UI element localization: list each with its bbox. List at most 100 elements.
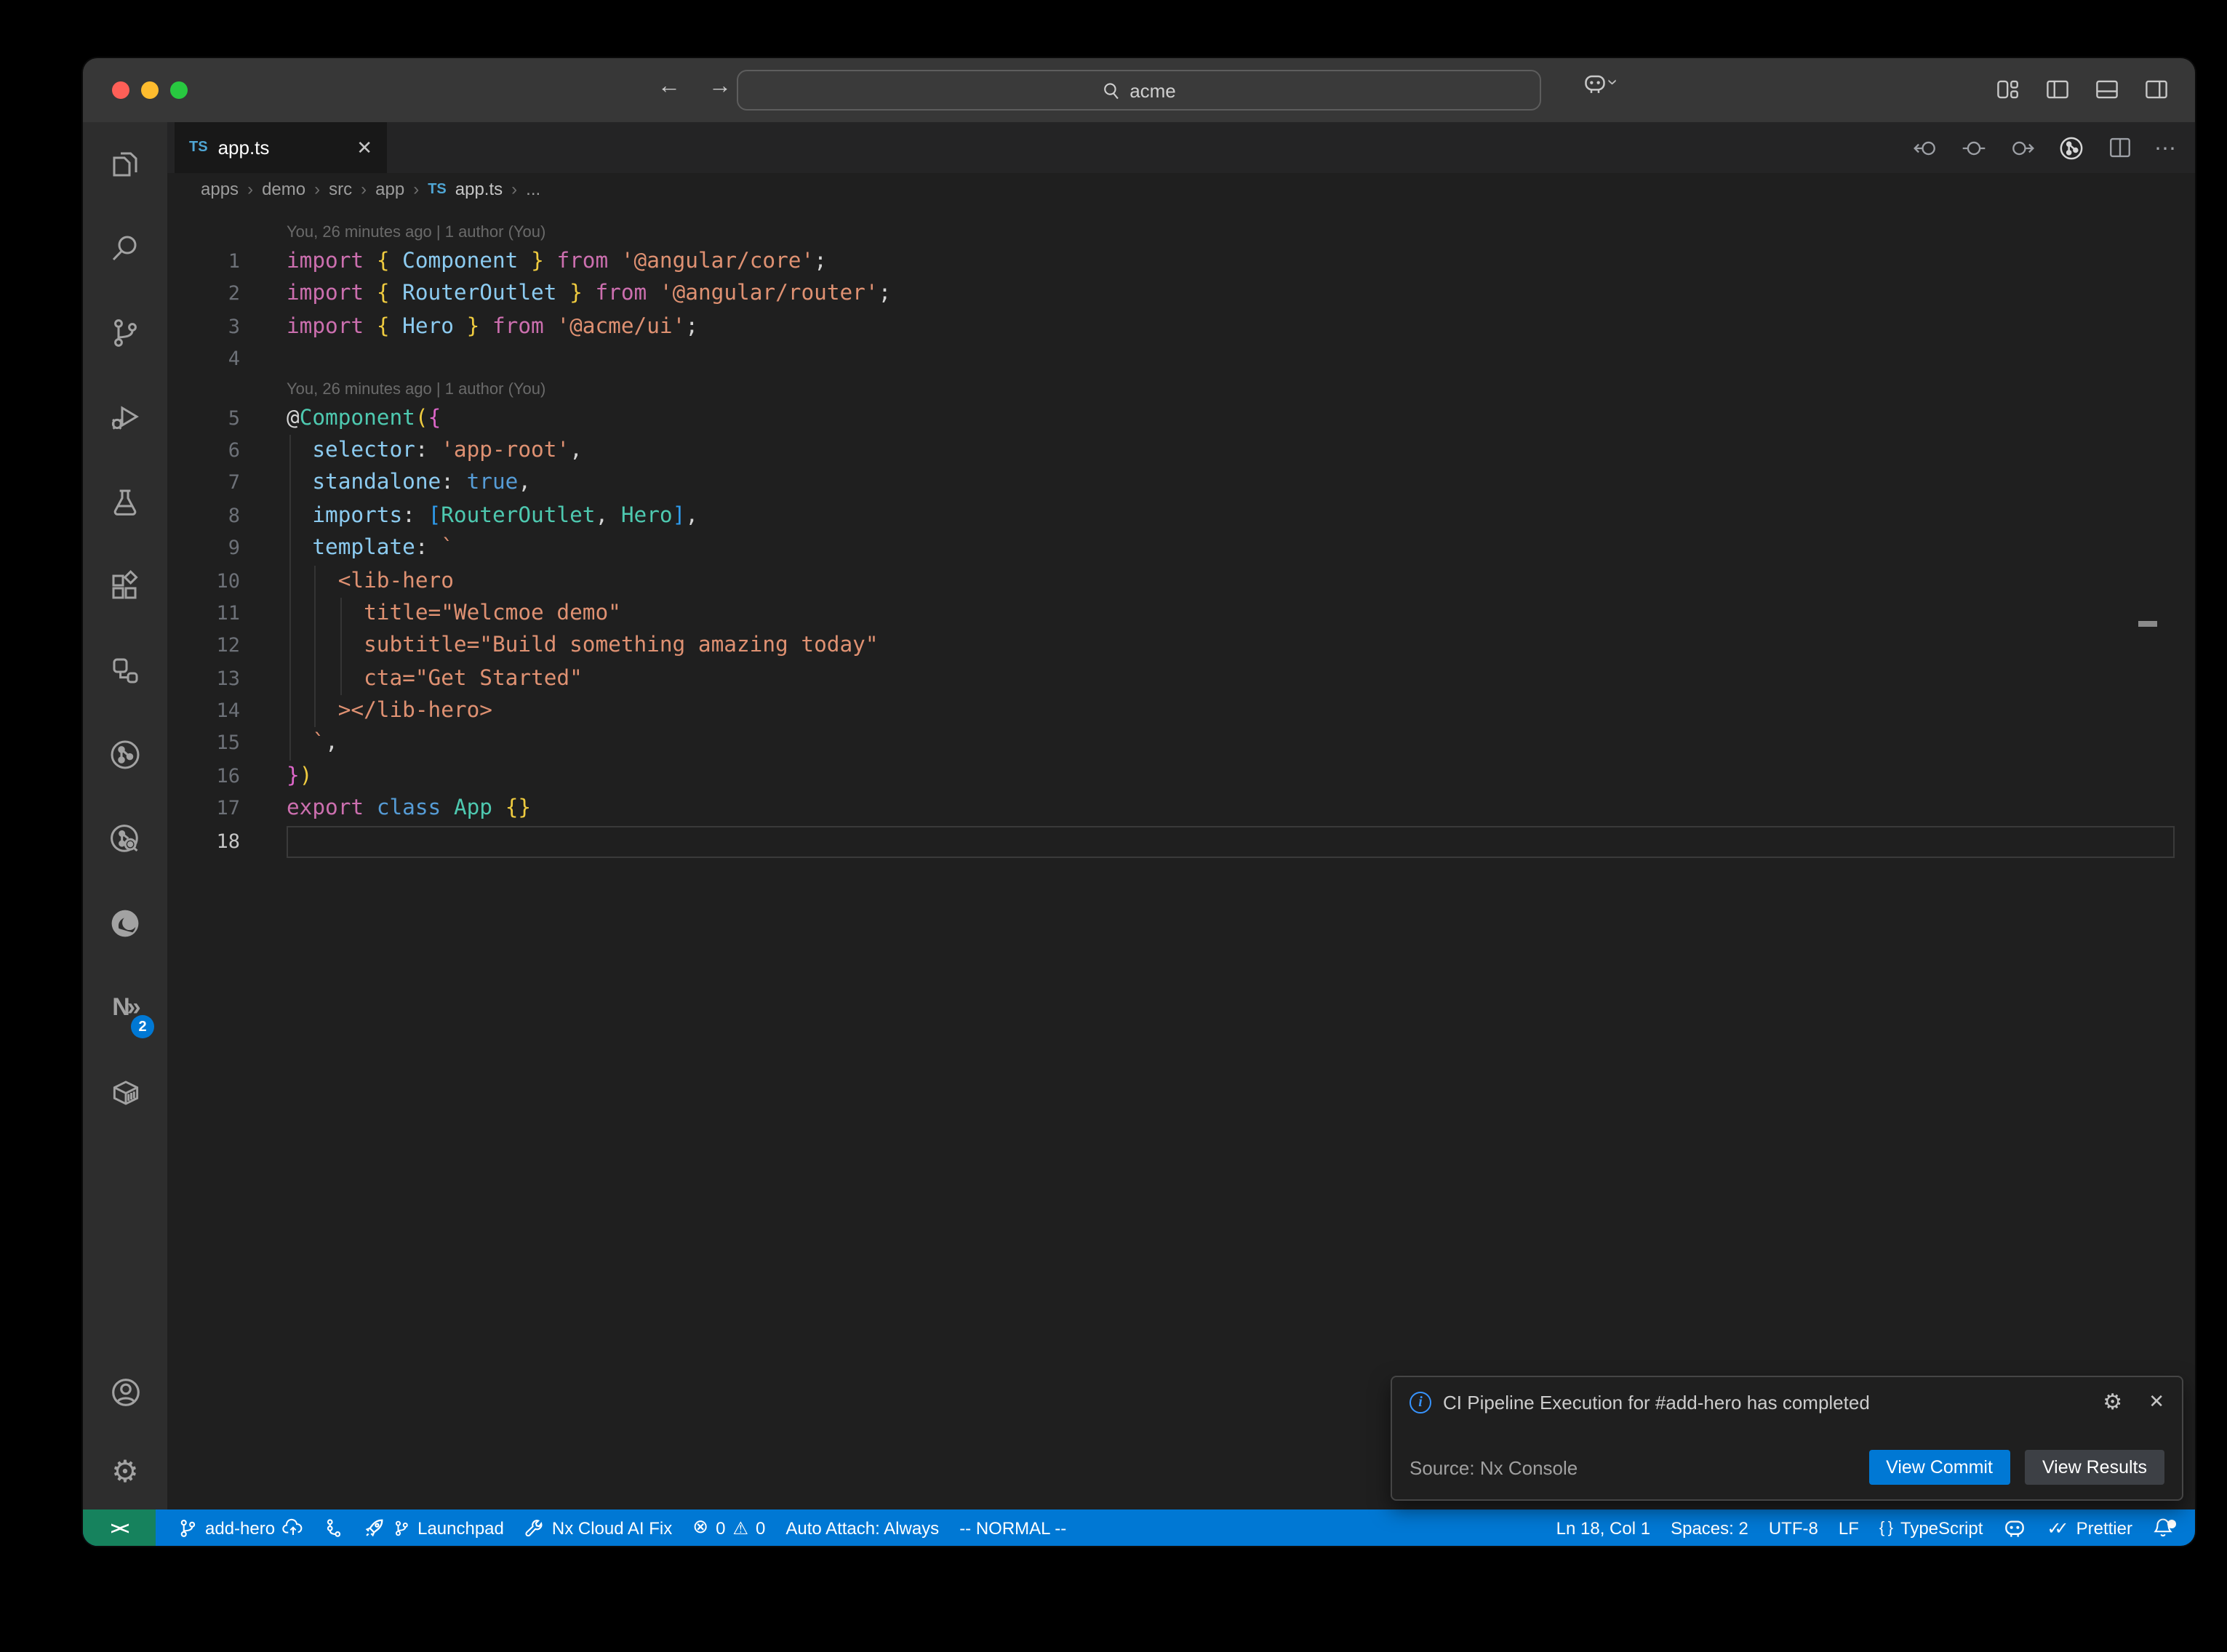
next-change-icon[interactable] [2009,135,2035,161]
view-commit-button[interactable]: View Commit [1868,1450,2010,1485]
indent-guide [289,565,290,598]
indent-guide [289,598,290,630]
containers-icon[interactable] [83,1050,167,1134]
editor-actions: ⋯ [1913,122,2178,173]
code-line-8[interactable]: 8 imports: [RouterOutlet, Hero], [167,500,2195,532]
prev-change-icon[interactable] [1913,135,1939,161]
extensions-icon[interactable] [83,544,167,628]
command-center-search[interactable]: acme [737,70,1541,111]
publish-cloud-icon [282,1518,304,1537]
history-back-icon[interactable]: ← [657,74,681,100]
commit-graph-small-icon [324,1517,343,1538]
line-number: 1 [167,246,240,278]
close-tab-icon[interactable]: ✕ [356,136,372,159]
code-line-7[interactable]: 7 standalone: true, [167,468,2195,500]
indent-guide [289,468,290,500]
toggle-secondary-sidebar-icon[interactable] [2144,77,2169,102]
related-views-icon[interactable] [83,628,167,713]
gitlens-inspect-icon[interactable] [83,797,167,881]
source-control-icon[interactable] [83,291,167,375]
warning-count: 0 [756,1517,765,1538]
tab-app-ts[interactable]: TS app.ts ✕ [175,122,387,173]
code-line-4[interactable]: 4 [167,343,2195,376]
code-line-13[interactable]: 13 cta="Get Started" [167,662,2195,695]
eol-item[interactable]: LF [1828,1509,1869,1546]
history-forward-icon[interactable]: → [708,74,732,100]
code-line-1[interactable]: 1import { Component } from '@angular/cor… [167,246,2195,278]
indent-guide [289,695,290,728]
view-results-button[interactable]: View Results [2025,1450,2164,1485]
encoding-item[interactable]: UTF-8 [1759,1509,1828,1546]
code-line-17[interactable]: 17export class App {} [167,793,2195,826]
more-actions-icon[interactable]: ⋯ [2154,135,2178,161]
code-line-14[interactable]: 14 ></lib-hero> [167,695,2195,728]
code-line-9[interactable]: 9 template: ` [167,532,2195,565]
breadcrumb-item[interactable]: app.ts [455,179,503,199]
code-line-5[interactable]: 5@Component({ [167,402,2195,435]
tab-bar: TS app.ts ✕ [167,122,2195,173]
line-number: 6 [167,435,240,468]
indent-guide [314,565,316,598]
code-line-15[interactable]: 15 `, [167,728,2195,761]
indent-guide [289,435,290,468]
code-line-18[interactable]: 18 [167,825,2195,858]
notification-close-icon[interactable]: ✕ [2148,1390,2164,1414]
code-line-12[interactable]: 12 subtitle="Build something amazing tod… [167,630,2195,663]
indentation-item[interactable]: Spaces: 2 [1660,1509,1759,1546]
commit-graph-icon[interactable] [2057,133,2086,162]
code-editor[interactable]: You, 26 minutes ago | 1 author (You)1imp… [167,205,2195,1509]
code-line-3[interactable]: 3import { Hero } from '@acme/ui'; [167,311,2195,344]
line-number: 17 [167,793,240,826]
copilot-menu[interactable]: › [1583,73,1617,95]
copilot-status-item[interactable] [1993,1509,2036,1546]
breadcrumb-item[interactable]: src [329,179,352,199]
launchpad-item[interactable]: Launchpad [353,1509,514,1546]
line-number: 14 [167,695,240,728]
line-number: 3 [167,311,240,344]
toggle-primary-sidebar-icon[interactable] [2045,77,2070,102]
notifications-bell-item[interactable] [2143,1509,2183,1546]
vim-mode-item[interactable]: -- NORMAL -- [949,1509,1076,1546]
problems-item[interactable]: ⊗ 0 ⚠ 0 [682,1509,775,1546]
breadcrumb-item[interactable]: apps [201,179,239,199]
code-line-11[interactable]: 11 title="Welcmoe demo" [167,598,2195,630]
testing-icon[interactable] [83,460,167,544]
breadcrumb-item[interactable]: ... [526,179,540,199]
nx-console-icon[interactable]: N» 2 [83,966,167,1050]
code-line-10[interactable]: 10 <lib-hero [167,565,2195,598]
toggle-panel-icon[interactable] [2095,77,2119,102]
git-branch-item[interactable]: add-hero [167,1509,314,1546]
code-line-6[interactable]: 6 selector: 'app-root', [167,435,2195,468]
gitlens-icon[interactable] [83,713,167,797]
explorer-icon[interactable] [83,122,167,206]
current-change-icon[interactable] [1961,135,1987,161]
split-editor-icon[interactable] [2108,135,2132,160]
minimize-window-button[interactable] [141,81,159,99]
auto-attach-item[interactable]: Auto Attach: Always [775,1509,949,1546]
formatter-item[interactable]: ✓✓ Prettier [2036,1509,2143,1546]
breadcrumb-item[interactable]: demo [262,179,305,199]
editor-group: TS app.ts ✕ [167,122,2195,1509]
nx-cloud-fix-item[interactable]: Nx Cloud AI Fix [514,1509,682,1546]
chevron-down-icon: › [1602,79,1624,86]
breadcrumb-item[interactable]: app [375,179,404,199]
accounts-icon[interactable] [83,1350,167,1434]
code-line-2[interactable]: 2import { RouterOutlet } from '@angular/… [167,278,2195,311]
language-mode-item[interactable]: { } TypeScript [1869,1509,1994,1546]
search-icon[interactable] [83,206,167,291]
info-icon: i [1410,1391,1431,1413]
cursor-position-item[interactable]: Ln 18, Col 1 [1546,1509,1660,1546]
launchpad-label: Launchpad [417,1517,504,1538]
graph-status-item[interactable] [314,1509,353,1546]
code-line-16[interactable]: 16}) [167,761,2195,793]
indent-guide [289,532,290,565]
blame-annotation: You, 26 minutes ago | 1 author (You) [167,220,2195,246]
remote-indicator[interactable]: >< [83,1509,156,1546]
settings-gear-icon[interactable]: ⚙ [83,1434,167,1509]
customize-layout-icon[interactable] [1996,77,2020,102]
close-window-button[interactable] [112,81,129,99]
notification-settings-icon[interactable]: ⚙ [2103,1391,2122,1413]
maximize-window-button[interactable] [170,81,188,99]
edge-tools-icon[interactable] [83,881,167,966]
run-and-debug-icon[interactable] [83,375,167,460]
